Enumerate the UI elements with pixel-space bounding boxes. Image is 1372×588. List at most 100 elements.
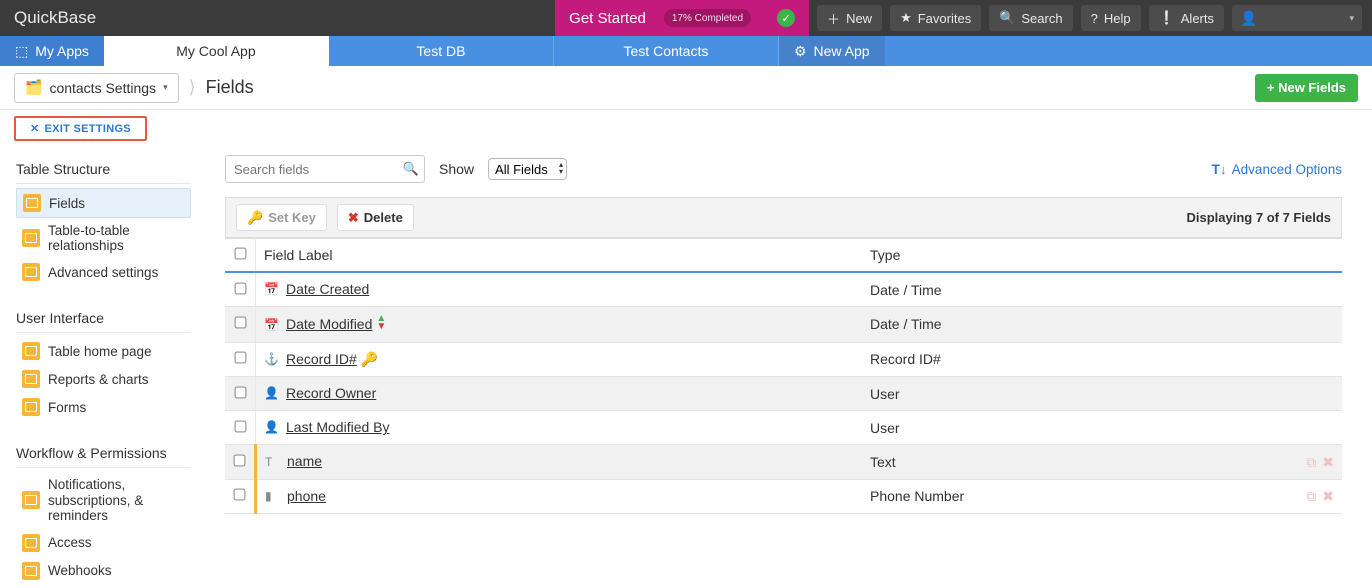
- search-button-top[interactable]: 🔍Search: [989, 5, 1072, 31]
- show-filter-select[interactable]: All Fields: [488, 158, 567, 180]
- gear-icon: ⚙: [794, 43, 807, 60]
- sidebar-item-forms[interactable]: Forms: [16, 393, 191, 421]
- sidebar-item-webhooks[interactable]: Webhooks: [16, 557, 191, 585]
- field-type-icon: 👤: [264, 420, 280, 436]
- field-type-cell: Date / Time: [862, 307, 1282, 342]
- copy-icon[interactable]: ⧉: [1306, 488, 1316, 504]
- top-bar: QuickBase Get Started 17% Completed ✓ ＋N…: [0, 0, 1372, 36]
- col-type[interactable]: Type: [862, 239, 1282, 273]
- field-type-icon: 📅: [264, 282, 280, 298]
- forms-icon: [22, 398, 40, 416]
- caret-down-icon: ▾: [1349, 13, 1354, 24]
- set-key-button[interactable]: 🔑Set Key: [236, 204, 327, 231]
- app-tab-bar: ⬚ My Apps My Cool App Test DB Test Conta…: [0, 36, 1372, 66]
- table-settings-dropdown[interactable]: 🗂️ contacts Settings ▾: [14, 73, 179, 103]
- field-type-icon: ▮: [265, 489, 281, 505]
- action-toolbar: 🔑Set Key ✖Delete Displaying 7 of 7 Field…: [225, 197, 1342, 238]
- exit-settings-link[interactable]: ✕ EXIT SETTINGS: [30, 122, 131, 135]
- sidebar-item-homepage[interactable]: Table home page: [16, 337, 191, 365]
- progress-pill: 17% Completed: [664, 9, 751, 27]
- row-checkbox[interactable]: [234, 282, 246, 294]
- field-type-icon: ⚓: [264, 352, 280, 368]
- delete-row-icon[interactable]: ✖: [1322, 488, 1334, 504]
- select-all-checkbox[interactable]: [234, 248, 246, 260]
- home-icon: [22, 342, 40, 360]
- sidebar-item-relationships[interactable]: Table-to-table relationships: [16, 218, 191, 258]
- cube-icon: ⬚: [15, 43, 28, 60]
- search-icon: 🔍: [999, 10, 1015, 26]
- field-label-link[interactable]: Last Modified By: [286, 419, 390, 435]
- field-label-link[interactable]: phone: [287, 488, 326, 504]
- row-checkbox[interactable]: [234, 455, 246, 467]
- field-label-link[interactable]: Date Created: [286, 281, 369, 297]
- sidebar-item-access[interactable]: Access: [16, 529, 191, 557]
- user-menu[interactable]: 👤 ▾: [1232, 5, 1362, 31]
- sidebar-heading-structure: Table Structure: [16, 155, 191, 184]
- check-icon: ✓: [777, 9, 795, 27]
- col-field-label[interactable]: Field Label: [256, 239, 863, 273]
- my-apps-tab[interactable]: ⬚ My Apps: [0, 36, 104, 66]
- webhooks-icon: [22, 562, 40, 580]
- field-type-icon: 📅: [264, 318, 280, 334]
- row-checkbox[interactable]: [234, 489, 246, 501]
- key-icon: 🔑: [247, 210, 263, 226]
- table-row: 📅 Date Modified▲▼ Date / Time: [225, 307, 1342, 342]
- get-started-label: Get Started: [569, 10, 646, 27]
- new-button[interactable]: ＋New: [817, 5, 882, 31]
- display-count: Displaying 7 of 7 Fields: [1187, 210, 1331, 225]
- field-label-link[interactable]: name: [287, 453, 322, 469]
- field-type-cell: Text: [862, 445, 1282, 479]
- fields-table: Field Label Type 📅 Date Created Date / Tim…: [225, 238, 1342, 514]
- x-icon: ✖: [348, 210, 359, 226]
- sidebar-item-advanced[interactable]: Advanced settings: [16, 258, 191, 286]
- chevron-down-icon: ▾: [163, 82, 168, 93]
- plus-icon: ＋: [827, 9, 840, 28]
- new-fields-button[interactable]: + New Fields: [1255, 74, 1358, 102]
- row-checkbox[interactable]: [234, 352, 246, 364]
- reports-icon: [22, 370, 40, 388]
- row-checkbox[interactable]: [234, 386, 246, 398]
- star-icon: ★: [900, 10, 912, 26]
- user-icon: 👤: [1240, 10, 1257, 27]
- sidebar-item-fields[interactable]: Fields: [16, 188, 191, 218]
- field-label-link[interactable]: Record Owner: [286, 385, 376, 401]
- breadcrumb-chevron-icon: ⟩: [189, 77, 196, 98]
- table-row: 👤Last Modified ByUser: [225, 411, 1342, 445]
- alerts-button[interactable]: ❕Alerts: [1149, 5, 1224, 31]
- get-started-panel[interactable]: Get Started 17% Completed ✓: [555, 0, 809, 36]
- field-label-link[interactable]: Record ID#: [286, 351, 357, 367]
- lock-icon: [22, 534, 40, 552]
- advanced-options-link[interactable]: T↓ Advanced Options: [1212, 162, 1342, 177]
- relationships-icon: [22, 229, 40, 247]
- main-content: 🔍 Show All Fields ▴▾ T↓ Advanced Options…: [195, 145, 1372, 585]
- sort-indicator-icon: ▲▼: [376, 315, 386, 331]
- help-button[interactable]: ?Help: [1081, 5, 1141, 31]
- row-checkbox[interactable]: [234, 317, 246, 329]
- field-type-cell: User: [862, 376, 1282, 410]
- key-icon: 🔑: [361, 351, 378, 367]
- sidebar-item-notifications[interactable]: Notifications, subscriptions, & reminder…: [16, 472, 191, 529]
- table-row: TnameText⧉✖: [225, 445, 1342, 479]
- alert-icon: ❕: [1159, 10, 1175, 26]
- search-fields-input[interactable]: [225, 155, 425, 183]
- fields-icon: [23, 194, 41, 212]
- help-icon: ?: [1091, 11, 1098, 26]
- tab-test-contacts[interactable]: Test Contacts: [554, 36, 779, 66]
- row-checkbox[interactable]: [234, 420, 246, 432]
- search-icon: 🔍: [403, 161, 419, 177]
- delete-row-icon[interactable]: ✖: [1322, 454, 1334, 470]
- sidebar-item-reports[interactable]: Reports & charts: [16, 365, 191, 393]
- tab-my-cool-app[interactable]: My Cool App: [104, 36, 329, 66]
- tab-test-db[interactable]: Test DB: [329, 36, 554, 66]
- brand-logo: QuickBase: [0, 8, 110, 28]
- favorites-button[interactable]: ★Favorites: [890, 5, 981, 31]
- table-row: ⚓Record ID#🔑Record ID#: [225, 342, 1342, 376]
- delete-button[interactable]: ✖Delete: [337, 204, 414, 231]
- field-label-link[interactable]: Date Modified: [286, 316, 372, 332]
- new-app-tab[interactable]: ⚙ New App: [779, 36, 885, 66]
- sidebar-heading-ui: User Interface: [16, 304, 191, 333]
- copy-icon[interactable]: ⧉: [1306, 454, 1316, 470]
- page-title: Fields: [206, 77, 254, 98]
- close-icon: ✕: [30, 122, 40, 135]
- page-header: 🗂️ contacts Settings ▾ ⟩ Fields + New Fi…: [0, 66, 1372, 110]
